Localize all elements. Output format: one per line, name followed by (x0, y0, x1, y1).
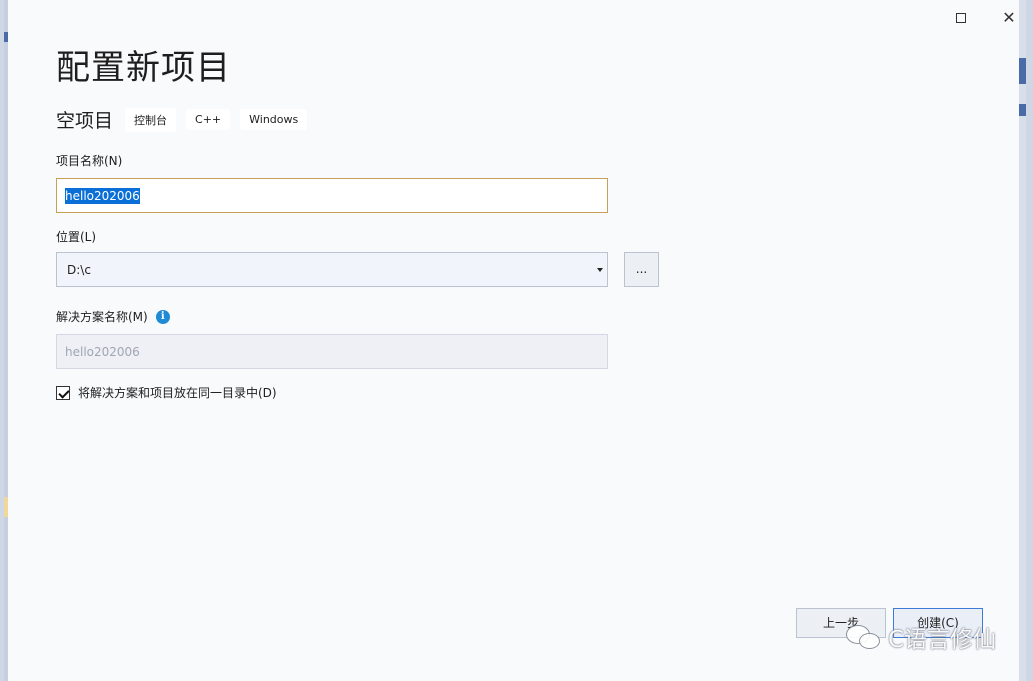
info-icon[interactable]: i (155, 309, 170, 324)
background-app-right-edge (1019, 0, 1026, 681)
template-tag: 控制台 (125, 107, 177, 132)
watermark-text: C语言修仙 (888, 627, 997, 653)
same-directory-label: 将解决方案和项目放在同一目录中(D) (78, 386, 277, 400)
location-label: 位置(L) (56, 230, 97, 244)
solution-name-label-row: 解决方案名称(M) i (56, 308, 170, 325)
background-edge-mark (1019, 58, 1026, 84)
solution-name-input[interactable]: hello202006 (56, 334, 608, 369)
page-title: 配置新项目 (56, 48, 231, 88)
watermark: C语言修仙 (846, 620, 996, 654)
maximize-icon[interactable] (951, 8, 971, 28)
wechat-icon (846, 623, 882, 651)
background-edge-mark (1019, 104, 1026, 116)
same-directory-option[interactable]: 将解决方案和项目放在同一目录中(D) (56, 384, 277, 401)
background-edge-mark (4, 32, 8, 42)
template-tag: C++ (186, 109, 231, 130)
template-tag: Windows (240, 109, 308, 130)
solution-name-label: 解决方案名称(M) (56, 310, 148, 324)
same-directory-checkbox[interactable] (56, 385, 70, 400)
chevron-down-icon[interactable] (597, 268, 603, 272)
solution-name-value: hello202006 (65, 344, 140, 359)
background-edge-mark (4, 497, 8, 517)
browse-button[interactable]: ... (624, 252, 659, 287)
template-name: 空项目 (56, 110, 114, 132)
dialog-window: ✕ 配置新项目 空项目 控制台 C++ Windows 项目名称(N) hell… (0, 0, 1033, 681)
location-value: D:\c (67, 262, 91, 277)
template-summary: 空项目 控制台 C++ Windows (56, 106, 317, 133)
background-app-left-edge (4, 0, 8, 681)
project-name-value: hello202006 (65, 187, 140, 204)
project-name-label: 项目名称(N) (56, 154, 123, 168)
close-icon[interactable]: ✕ (999, 8, 1019, 28)
location-combobox[interactable]: D:\c (56, 252, 608, 287)
project-name-input[interactable]: hello202006 (56, 178, 608, 213)
